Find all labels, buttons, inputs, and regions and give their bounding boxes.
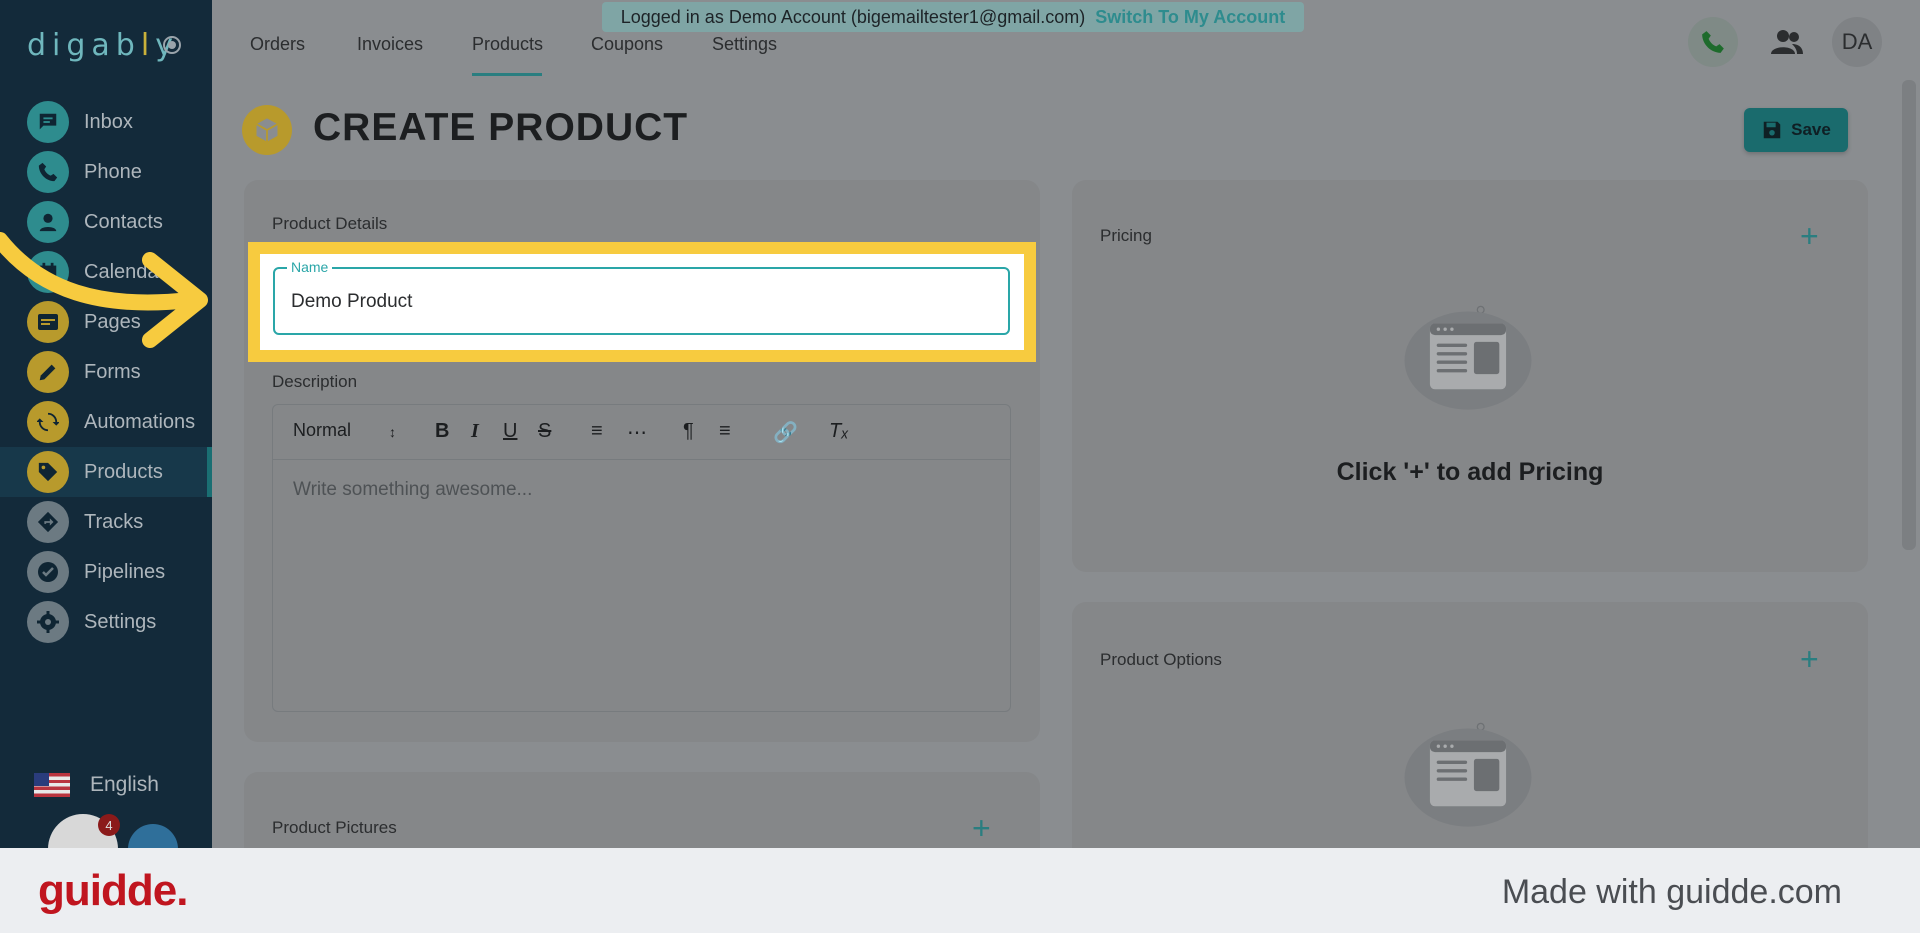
sidebar-item-products[interactable]: Products (0, 447, 212, 497)
ordered-list-icon[interactable]: ≡ (591, 420, 603, 443)
add-option-button[interactable]: + (1800, 643, 1819, 675)
sidebar-item-label: Inbox (84, 110, 133, 133)
pricing-empty-text: Click '+' to add Pricing (1336, 458, 1604, 486)
sidebar-item-tracks[interactable]: Tracks (0, 497, 212, 547)
add-pricing-button[interactable]: + (1800, 220, 1819, 252)
empty-state-illustration (1404, 305, 1532, 410)
sidebar-item-label: Settings (84, 610, 157, 633)
italic-icon[interactable]: I (471, 420, 479, 443)
sidebar-item-settings[interactable]: Settings (0, 597, 212, 647)
phone-icon (27, 151, 69, 193)
app-logo[interactable]: digably (27, 28, 179, 63)
tab-settings[interactable]: Settings (712, 34, 777, 55)
empty-state-illustration (1404, 722, 1532, 827)
tab-coupons[interactable]: Coupons (591, 34, 663, 55)
description-editor[interactable]: Normal ↕ B I U S ≡ ⋯ ¶ ≡ 🔗 Tₓ Write some… (272, 404, 1011, 712)
sidebar-item-label: Tracks (84, 510, 144, 533)
description-label: Description (272, 372, 358, 391)
automation-icon (27, 401, 69, 443)
status-dot-icon[interactable] (163, 36, 181, 54)
guidde-logo[interactable]: guidde. (38, 866, 188, 916)
strikethrough-icon[interactable]: S (538, 420, 551, 443)
tracks-icon (27, 501, 69, 543)
format-select[interactable]: Normal (293, 420, 351, 441)
save-button-label: Save (1791, 120, 1831, 139)
phone-icon (1702, 31, 1724, 53)
name-field-value: Demo Product (291, 291, 413, 312)
team-button[interactable] (1764, 22, 1810, 62)
banner-text: Logged in as Demo Account (bigemailteste… (620, 6, 1086, 27)
language-label: English (90, 773, 159, 796)
us-flag-icon (34, 773, 70, 797)
tag-icon (27, 451, 69, 493)
link-icon[interactable]: 🔗 (773, 420, 798, 445)
page-scrollbar[interactable] (1902, 80, 1916, 550)
inbox-icon (27, 101, 69, 143)
add-picture-button[interactable]: + (972, 812, 991, 844)
name-field[interactable]: Name Demo Product (273, 259, 1010, 335)
editor-toolbar: Normal ↕ B I U S ≡ ⋯ ¶ ≡ 🔗 Tₓ (273, 405, 1010, 460)
gear-icon (27, 601, 69, 643)
tab-products[interactable]: Products (472, 34, 543, 55)
box-icon (242, 105, 292, 155)
switch-account-link[interactable]: Switch To My Account (1095, 7, 1285, 28)
sidebar-item-inbox[interactable]: Inbox (0, 97, 212, 147)
guide-arrow-icon (0, 232, 208, 348)
sidebar-item-label: Phone (84, 160, 142, 183)
language-selector[interactable]: English (34, 773, 159, 797)
bold-icon[interactable]: B (435, 420, 449, 443)
save-button[interactable]: Save (1744, 108, 1848, 152)
notification-badge: 4 (98, 814, 120, 836)
description-placeholder: Write something awesome... (293, 479, 533, 500)
impersonation-banner: Logged in as Demo Account (bigemailteste… (602, 2, 1304, 32)
active-tab-indicator (472, 73, 542, 76)
align-icon[interactable]: ≡ (719, 420, 731, 443)
sidebar-item-label: Automations (84, 410, 196, 433)
sidebar-item-label: Products (84, 460, 163, 483)
sidebar-item-pipelines[interactable]: Pipelines (0, 547, 212, 597)
sidebar-item-automations[interactable]: Automations (0, 397, 212, 447)
product-details-title: Product Details (272, 214, 388, 233)
name-field-label: Name (287, 259, 333, 275)
product-pictures-title: Product Pictures (272, 818, 397, 837)
page-title: CREATE PRODUCT (313, 106, 689, 149)
sidebar-item-label: Pipelines (84, 560, 166, 583)
sidebar: digably Inbox Phone Contacts Calendar Pa… (0, 0, 212, 884)
user-avatar-initials[interactable]: DA (1832, 17, 1882, 67)
users-icon (1771, 30, 1803, 54)
sidebar-item-phone[interactable]: Phone (0, 147, 212, 197)
clear-format-icon[interactable]: Tₓ (829, 420, 849, 443)
product-options-title: Product Options (1100, 650, 1222, 669)
call-button[interactable] (1688, 17, 1738, 67)
tab-orders[interactable]: Orders (250, 34, 305, 55)
check-icon (27, 551, 69, 593)
tab-invoices[interactable]: Invoices (357, 34, 423, 55)
underline-icon[interactable]: U (503, 420, 517, 443)
floppy-disk-icon (1763, 121, 1781, 139)
select-arrows-icon: ↕ (389, 424, 396, 440)
made-with-text[interactable]: Made with guidde.com (1502, 873, 1842, 912)
pricing-title: Pricing (1100, 226, 1152, 245)
text-direction-icon[interactable]: ¶ (683, 420, 694, 443)
bullet-list-icon[interactable]: ⋯ (627, 420, 647, 445)
